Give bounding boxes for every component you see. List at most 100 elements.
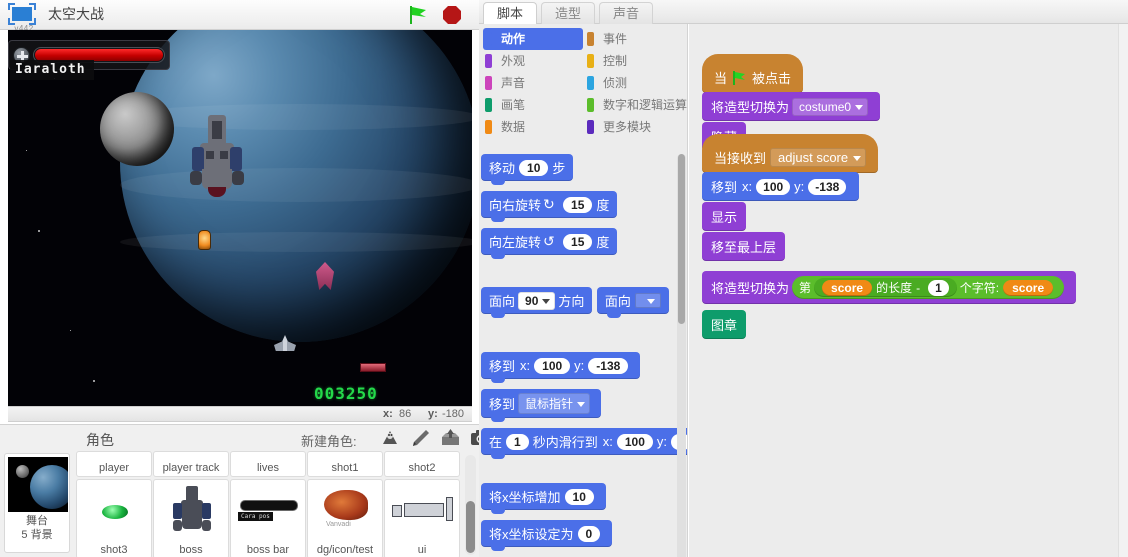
tab-costumes[interactable]: 造型 — [541, 2, 596, 24]
category-label: 动作 — [501, 32, 526, 46]
sprite-library-icon[interactable] — [380, 428, 401, 448]
block-dropdown-message[interactable]: adjust score — [770, 148, 867, 167]
variable-score-1[interactable]: score — [822, 279, 873, 296]
block-go-to-front[interactable]: 移至最上层 — [702, 232, 786, 261]
operator-input-minus-value[interactable]: 1 — [928, 279, 949, 296]
block-stamp[interactable]: 图章 — [702, 310, 747, 339]
palette-block-change-x[interactable]: 将x坐标增加 10 — [481, 483, 606, 514]
block-text: 当 — [714, 71, 728, 86]
sprite-card-player[interactable]: player — [76, 451, 152, 477]
scrollbar-thumb[interactable] — [678, 154, 685, 324]
operator-text: 第 — [799, 281, 812, 295]
category-more-blocks[interactable]: 更多模块 — [585, 116, 685, 138]
block-input-degrees[interactable]: 15 — [563, 233, 593, 250]
palette-block-goto-target[interactable]: 移到 鼠标指针 — [481, 389, 602, 422]
sprite-card-shot2[interactable]: shot2 — [384, 451, 460, 477]
category-data[interactable]: 数据 — [483, 116, 583, 138]
palette-scrollbar[interactable] — [677, 154, 686, 557]
block-dropdown-costume[interactable]: costume0 — [792, 97, 869, 116]
palette-block-set-x[interactable]: 将x坐标设定为 0 — [481, 520, 613, 551]
palette-block-point-towards[interactable]: 面向 — [596, 287, 669, 318]
tab-scripts[interactable]: 脚本 — [483, 2, 538, 24]
palette-block-point-direction[interactable]: 面向 90 方向 — [481, 287, 593, 318]
sprite-card-lives[interactable]: lives — [230, 451, 306, 477]
stage-coordinate-bar: x: 86 y: -180 — [8, 406, 472, 422]
scrollbar-thumb[interactable] — [466, 501, 475, 553]
palette-block-turn-right[interactable]: 向右旋转 ↻ 15 度 — [481, 191, 618, 222]
category-events[interactable]: 事件 — [585, 28, 685, 50]
sprite-card-dg-icon-test[interactable]: Vanvadi dg/icon/test — [307, 479, 383, 557]
block-when-i-receive[interactable]: 当接收到 adjust score — [702, 134, 879, 173]
category-looks[interactable]: 外观 — [483, 50, 583, 72]
block-text: 将x坐标增加 — [489, 490, 561, 505]
stage-card-backdrop-count: 5 背景 — [21, 529, 53, 541]
category-sensing[interactable]: 侦测 — [585, 72, 685, 94]
sprite-card-shot1[interactable]: shot1 — [307, 451, 383, 477]
tab-sounds[interactable]: 声音 — [599, 2, 654, 24]
sprite-card-boss-bar[interactable]: Cara pos boss bar — [230, 479, 306, 557]
sprite-pane-scrollbar[interactable] — [465, 455, 476, 555]
sprite-card-boss[interactable]: boss — [153, 479, 229, 557]
block-text: 向左旋转 — [489, 235, 542, 250]
operator-subtract[interactable]: score 的长度 - 1 — [814, 278, 957, 297]
category-sound[interactable]: 声音 — [483, 72, 583, 94]
category-control[interactable]: 控制 — [585, 50, 685, 72]
block-text: 向右旋转 — [489, 198, 542, 213]
block-input-x[interactable]: 100 — [534, 357, 571, 374]
stage-selector-card[interactable]: 舞台 5 背景 — [4, 453, 70, 553]
block-dropdown-target[interactable]: 鼠标指针 — [518, 393, 591, 414]
variable-score-2[interactable]: score — [1003, 279, 1054, 296]
app-logo[interactable]: v442 — [6, 1, 40, 33]
block-text: 在 — [489, 435, 503, 450]
sprite-label: shot2 — [408, 462, 436, 474]
script-canvas[interactable]: 当 被点击 将造型切换为 costume0 当接收到 adjust score … — [689, 24, 1128, 557]
category-color-swatch — [485, 76, 492, 90]
block-input-steps[interactable]: 10 — [519, 159, 549, 176]
block-input-y[interactable]: -138 — [808, 178, 847, 195]
stage-thumbnail — [8, 457, 68, 512]
category-label: 外观 — [501, 54, 526, 68]
block-input-y[interactable]: -138 — [588, 357, 629, 374]
block-input-x[interactable]: 100 — [756, 178, 791, 195]
block-dropdown-direction[interactable]: 90 — [518, 291, 556, 310]
block-switch-costume-expression[interactable]: 将造型切换为 第 score 的长度 - 1 个字符: score — [702, 271, 1077, 304]
block-dropdown-towards[interactable] — [634, 293, 661, 308]
shot-sprite — [360, 363, 386, 372]
block-when-flag-clicked[interactable]: 当 被点击 — [702, 54, 804, 93]
block-input-degrees[interactable]: 15 — [563, 196, 593, 213]
palette-block-turn-left[interactable]: 向左旋转 ↺ 15 度 — [481, 228, 618, 259]
category-pen[interactable]: 画笔 — [483, 94, 583, 116]
stage-area[interactable]: 003250 Iaraloth — [8, 30, 472, 406]
category-operators[interactable]: 数字和逻辑运算 — [585, 94, 687, 116]
green-flag-icon[interactable] — [407, 5, 429, 25]
category-label: 数据 — [501, 120, 526, 134]
palette-block-goto-xy[interactable]: 移到 x: 100 y: -138 — [481, 352, 641, 383]
block-input-x[interactable]: 100 — [616, 433, 653, 450]
block-goto-xy[interactable]: 移到 x: 100 y: -138 — [702, 172, 860, 201]
operator-letter-of[interactable]: 第 score 的长度 - 1 个字符: score — [792, 276, 1065, 299]
block-text: 移至最上层 — [711, 240, 777, 255]
stop-sign-icon[interactable] — [442, 5, 462, 25]
block-input-x[interactable]: 0 — [577, 525, 601, 542]
block-input-secs[interactable]: 1 — [506, 433, 529, 450]
tab-strip: 脚本 造型 声音 — [479, 0, 1128, 24]
operator-text: 个字符: — [959, 281, 1000, 295]
sprite-card-player-track[interactable]: player track — [153, 451, 229, 477]
category-color-swatch — [485, 120, 492, 134]
block-switch-costume[interactable]: 将造型切换为 costume0 — [702, 92, 881, 121]
category-motion[interactable]: 动作 — [483, 28, 583, 50]
block-input-dx[interactable]: 10 — [564, 488, 594, 505]
sprite-label: ui — [417, 544, 427, 556]
palette-block-move-steps[interactable]: 移动 10 步 — [481, 154, 574, 185]
block-show[interactable]: 显示 — [702, 202, 747, 231]
block-text: 显示 — [711, 210, 738, 225]
block-text: 将x坐标设定为 — [489, 527, 574, 542]
category-color-swatch — [587, 98, 594, 112]
paint-new-sprite-icon[interactable] — [410, 428, 431, 448]
sprite-card-shot3[interactable]: shot3 — [76, 479, 152, 557]
upload-sprite-icon[interactable] — [440, 428, 461, 448]
palette-block-glide[interactable]: 在 1 秒内滑行到 x: 100 y: - — [481, 428, 687, 459]
turn-ccw-icon: ↺ — [543, 233, 555, 249]
block-text: x: — [742, 179, 753, 194]
sprite-card-ui[interactable]: ui — [384, 479, 460, 557]
